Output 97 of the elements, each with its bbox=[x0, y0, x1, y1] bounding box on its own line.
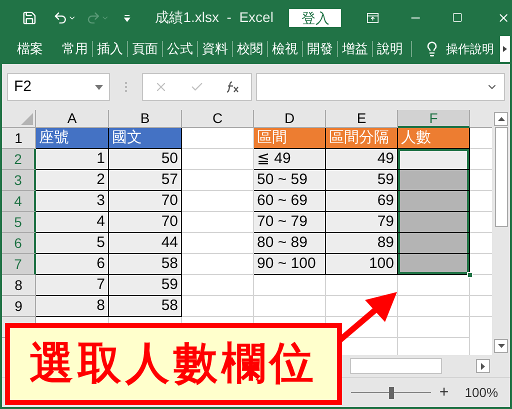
row-header[interactable]: 9 bbox=[2, 296, 36, 317]
row-header[interactable]: 6 bbox=[2, 233, 36, 254]
tell-me-field[interactable]: 操作說明 bbox=[446, 40, 494, 58]
table-cell[interactable] bbox=[254, 275, 326, 296]
zoom-in-button[interactable]: + bbox=[439, 380, 449, 404]
table-cell[interactable]: 58 bbox=[109, 254, 182, 275]
table-cell[interactable]: 44 bbox=[109, 233, 182, 254]
horizontal-scrollbar[interactable] bbox=[350, 358, 442, 374]
table-cell[interactable] bbox=[182, 128, 254, 149]
table-cell[interactable]: 49 bbox=[326, 149, 398, 170]
table-cell[interactable]: 70 ~ 79 bbox=[254, 212, 326, 233]
table-cell[interactable]: 50 ~ 59 bbox=[254, 170, 326, 191]
table-cell[interactable] bbox=[182, 233, 254, 254]
vertical-scrollbar[interactable] bbox=[492, 110, 510, 355]
scroll-up-icon[interactable] bbox=[498, 117, 504, 121]
table-cell[interactable] bbox=[182, 170, 254, 191]
table-cell[interactable]: 100 bbox=[326, 254, 398, 275]
row-header[interactable]: 1 bbox=[2, 128, 36, 149]
maximize-icon[interactable] bbox=[452, 11, 463, 24]
selected-cell[interactable] bbox=[398, 254, 470, 275]
selected-cell[interactable] bbox=[398, 212, 470, 233]
table-cell[interactable]: 5 bbox=[36, 233, 109, 254]
table-cell[interactable]: 4 bbox=[36, 212, 109, 233]
scroll-right-icon[interactable] bbox=[481, 362, 485, 370]
table-cell[interactable]: 3 bbox=[36, 191, 109, 212]
ribbon-tab[interactable]: 常用 bbox=[58, 38, 92, 58]
table-cell[interactable]: 89 bbox=[326, 233, 398, 254]
ribbon-tab[interactable]: 檢視 bbox=[268, 38, 302, 58]
callout-tooltip: 選取人數欄位 bbox=[5, 323, 342, 405]
ribbon-tab[interactable]: 公式 bbox=[163, 38, 197, 58]
row-header[interactable]: 7 bbox=[2, 254, 36, 275]
table-cell[interactable]: 50 bbox=[109, 149, 182, 170]
row-header[interactable]: 3 bbox=[2, 170, 36, 191]
table-cell[interactable]: 8 bbox=[36, 296, 109, 317]
scroll-right-button[interactable] bbox=[500, 36, 510, 62]
fill-handle[interactable] bbox=[467, 272, 473, 278]
table-cell[interactable] bbox=[254, 296, 326, 317]
scroll-down-icon[interactable] bbox=[498, 344, 504, 348]
row-header[interactable]: 5 bbox=[2, 212, 36, 233]
table-cell[interactable]: 1 bbox=[36, 149, 109, 170]
sign-in-button[interactable]: 登入 bbox=[289, 8, 342, 26]
cancel-icon bbox=[154, 80, 168, 94]
table-cell[interactable]: 80 ~ 89 bbox=[254, 233, 326, 254]
table-cell[interactable] bbox=[182, 212, 254, 233]
table-cell[interactable]: 60 ~ 69 bbox=[254, 191, 326, 212]
table-cell[interactable]: 58 bbox=[109, 296, 182, 317]
ribbon-tab[interactable]: 頁面 bbox=[128, 38, 162, 58]
ribbon-tab[interactable]: 說明 bbox=[373, 38, 407, 58]
ribbon-display-icon[interactable] bbox=[367, 12, 379, 24]
table-cell[interactable]: 6 bbox=[36, 254, 109, 275]
table-cell[interactable]: 90 ~ 100 bbox=[254, 254, 326, 275]
table-cell[interactable] bbox=[398, 317, 470, 338]
ribbon-tab[interactable]: 插入 bbox=[93, 38, 127, 58]
selected-cell[interactable] bbox=[398, 233, 470, 254]
table-cell[interactable]: 59 bbox=[109, 275, 182, 296]
table-cell[interactable]: ≦ 49 bbox=[254, 149, 326, 170]
table-cell[interactable] bbox=[326, 275, 398, 296]
selected-cell[interactable] bbox=[398, 191, 470, 212]
table-cell[interactable]: 70 bbox=[109, 191, 182, 212]
table-cell[interactable]: 2 bbox=[36, 170, 109, 191]
table-cell[interactable] bbox=[182, 296, 254, 317]
formula-field[interactable] bbox=[256, 73, 505, 101]
table-cell[interactable]: 國文 bbox=[109, 128, 182, 149]
table-cell[interactable]: 7 bbox=[36, 275, 109, 296]
table-cell[interactable] bbox=[182, 191, 254, 212]
zoom-thumb[interactable] bbox=[389, 386, 394, 398]
selected-cell[interactable] bbox=[398, 170, 470, 191]
caret-icon bbox=[503, 46, 507, 52]
column-header[interactable]: F bbox=[398, 110, 470, 128]
ribbon-tab[interactable]: 開發 bbox=[303, 38, 337, 58]
row-header[interactable]: 2 bbox=[2, 149, 36, 170]
table-cell[interactable] bbox=[398, 275, 470, 296]
table-cell[interactable]: 69 bbox=[326, 191, 398, 212]
scroll-thumb[interactable] bbox=[494, 127, 508, 227]
row-header[interactable]: 4 bbox=[2, 191, 36, 212]
zoom-slider[interactable] bbox=[351, 386, 432, 398]
function-icon[interactable] bbox=[226, 81, 240, 93]
table-cell[interactable] bbox=[182, 275, 254, 296]
table-cell[interactable]: 座號 bbox=[36, 128, 109, 149]
table-cell[interactable] bbox=[398, 296, 470, 317]
table-cell[interactable] bbox=[182, 254, 254, 275]
table-cell[interactable]: 70 bbox=[109, 212, 182, 233]
ribbon-tab[interactable]: 檔案 bbox=[17, 38, 43, 58]
selected-cell[interactable] bbox=[398, 149, 470, 170]
zoom-level[interactable]: 100% bbox=[464, 382, 498, 402]
name-box[interactable]: F2 bbox=[7, 73, 110, 101]
table-cell[interactable]: 57 bbox=[109, 170, 182, 191]
ribbon-tab[interactable]: 資料 bbox=[198, 38, 232, 58]
table-cell[interactable]: 79 bbox=[326, 212, 398, 233]
row-header[interactable]: 8 bbox=[2, 275, 36, 296]
table-cell[interactable] bbox=[182, 149, 254, 170]
ribbon-tab[interactable]: 增益 bbox=[338, 38, 372, 58]
table-cell[interactable]: 59 bbox=[326, 170, 398, 191]
window-title: 成績1.xlsx - Excel bbox=[155, 8, 274, 27]
grip-icon bbox=[124, 81, 128, 93]
ribbon-tab[interactable]: 校閱 bbox=[233, 38, 267, 58]
customize-icon[interactable] bbox=[122, 12, 132, 22]
